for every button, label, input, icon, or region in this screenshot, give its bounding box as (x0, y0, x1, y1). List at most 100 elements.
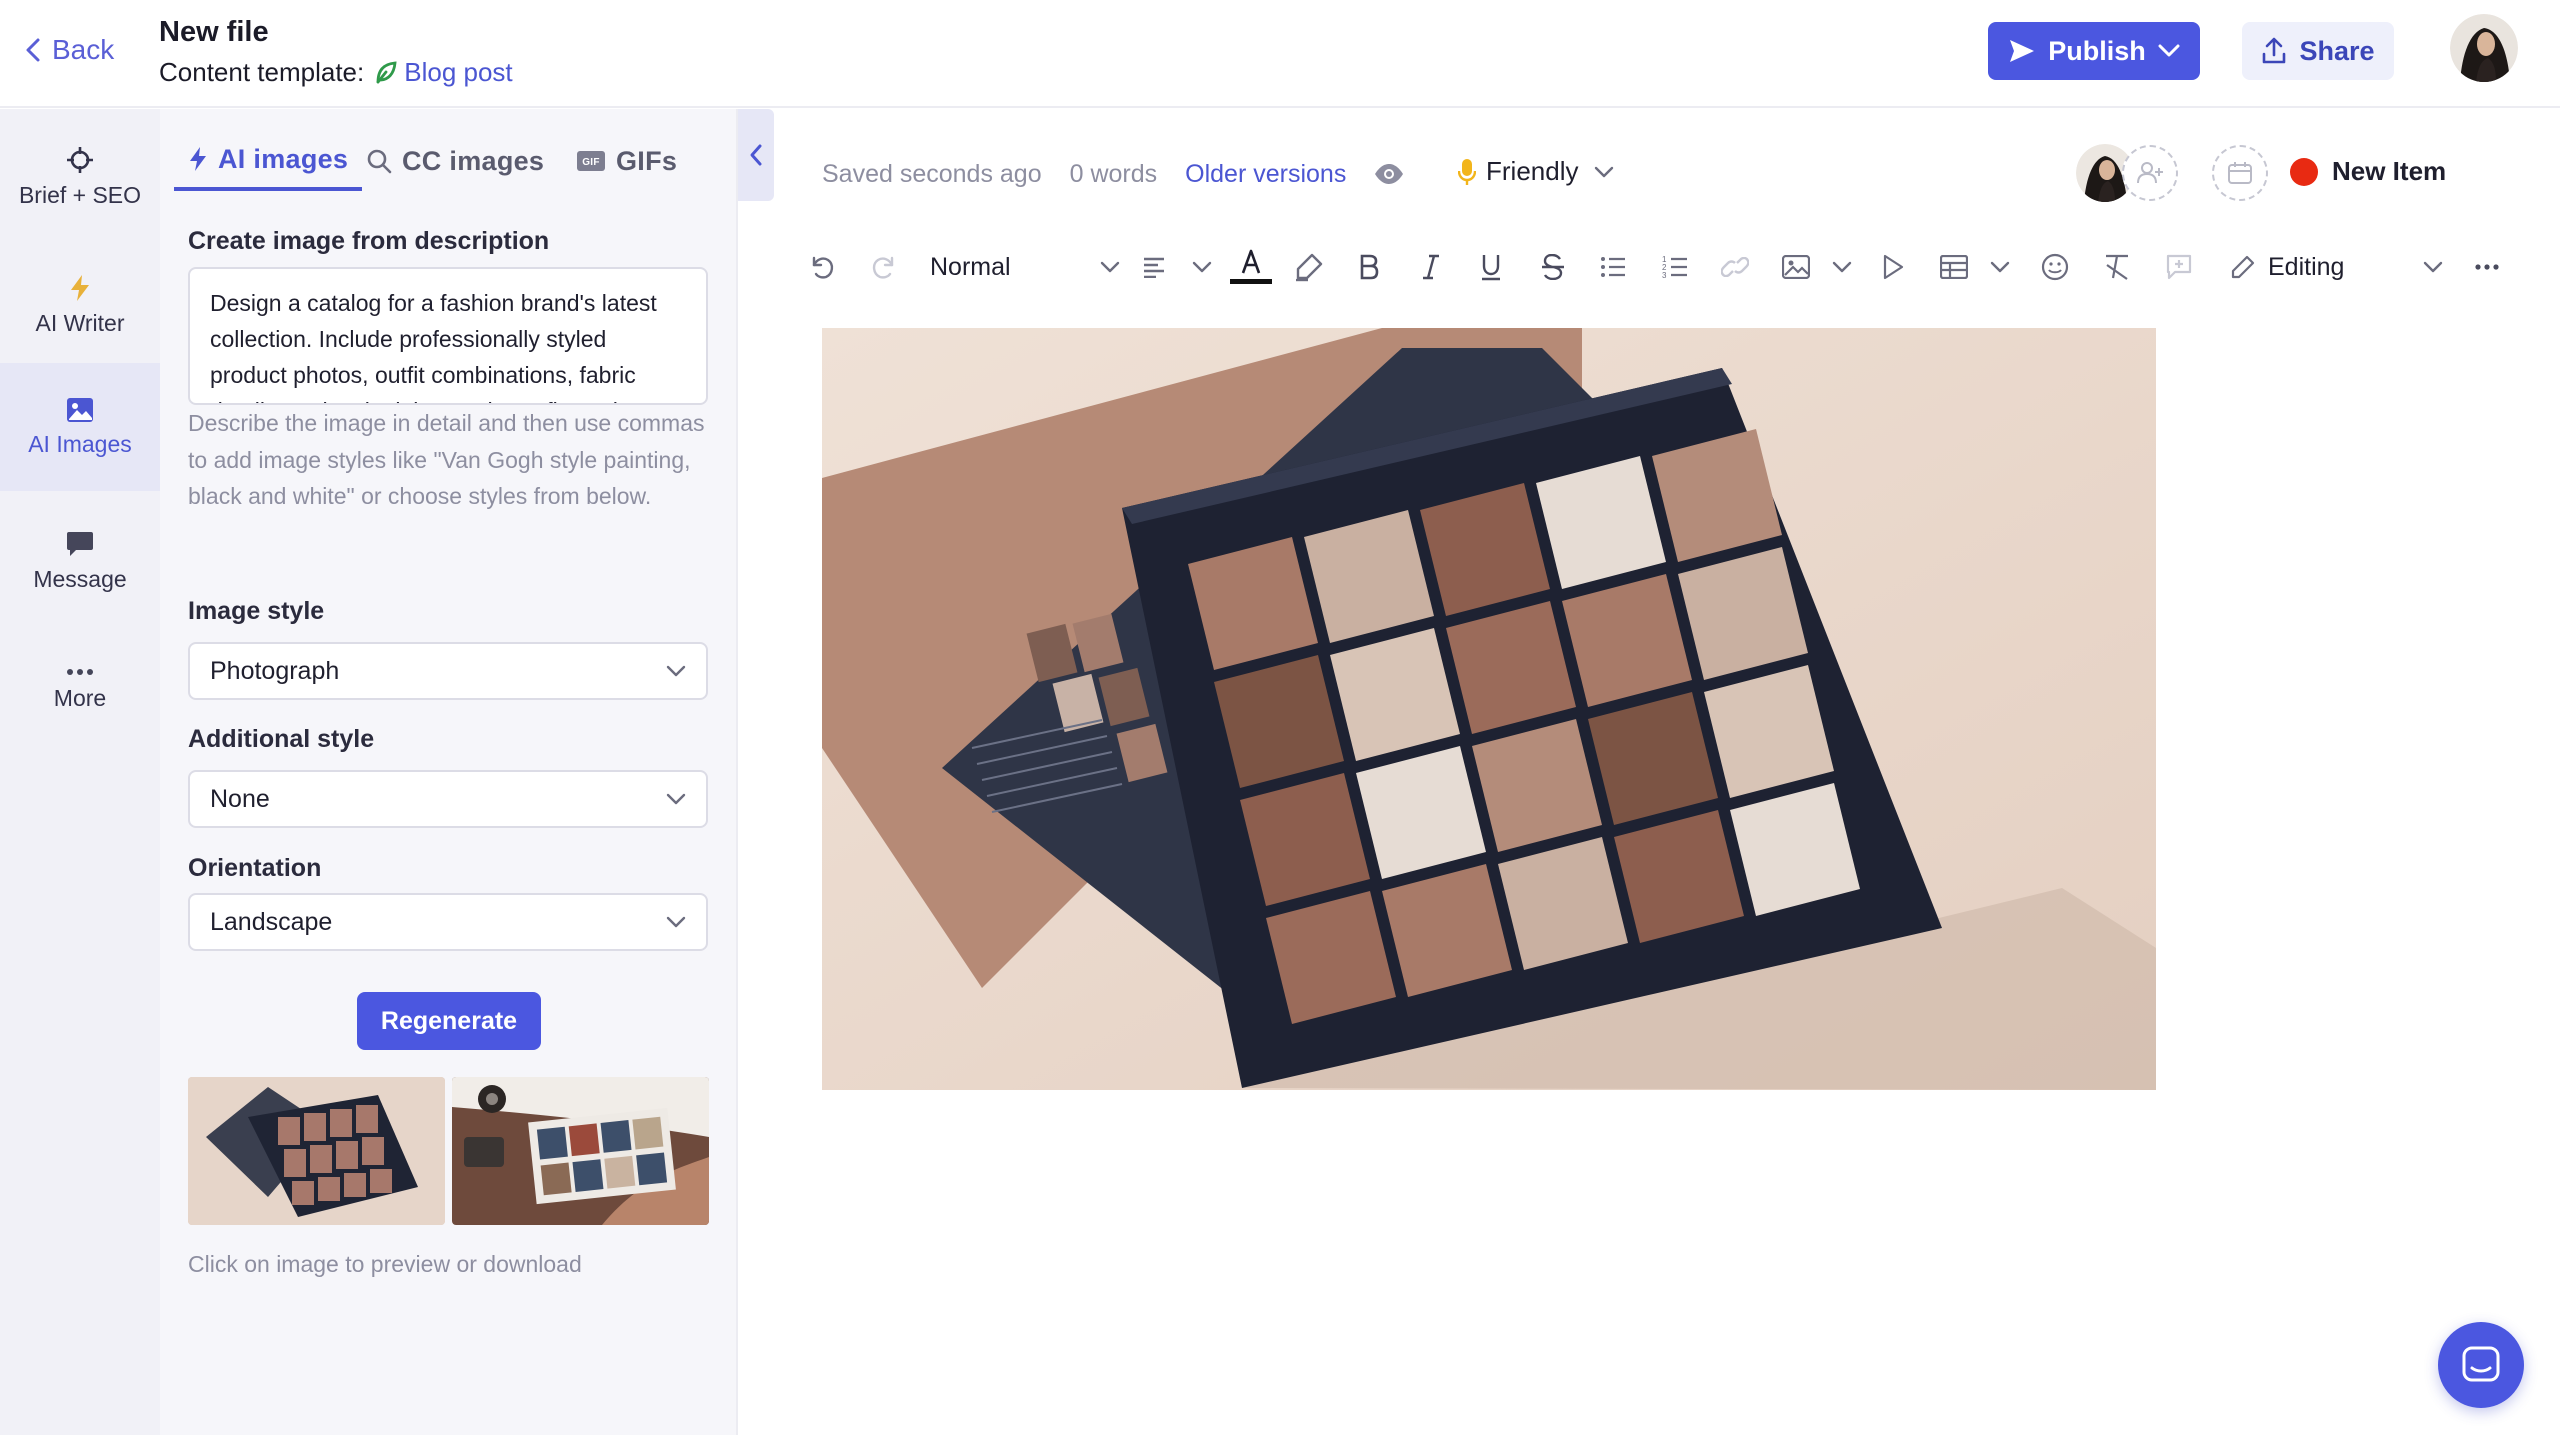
status-new-item[interactable]: New Item (2290, 156, 2446, 187)
additional-style-label: Additional style (188, 725, 375, 753)
publish-label: Publish (2048, 35, 2146, 66)
add-collaborator-button[interactable] (2122, 145, 2178, 201)
italic-icon[interactable] (1414, 244, 1448, 290)
collapse-panel-button[interactable] (738, 109, 774, 201)
tab-ai-images[interactable]: AI images (174, 131, 363, 191)
orientation-value: Landscape (210, 907, 333, 936)
image-icon (66, 397, 94, 423)
strikethrough-icon[interactable] (1536, 244, 1570, 290)
status-label: New Item (2332, 156, 2447, 186)
editing-mode-label: Editing (2268, 252, 2345, 281)
bold-icon[interactable] (1352, 244, 1386, 290)
nav-item-more[interactable]: More (0, 629, 160, 749)
link-icon[interactable] (1718, 244, 1752, 290)
chevron-down-icon (2158, 44, 2180, 58)
chevron-left-icon (24, 37, 42, 63)
nav-item-brief-seo[interactable]: Brief + SEO (0, 117, 160, 237)
align-select[interactable] (1142, 244, 1212, 290)
text-color-icon[interactable] (1226, 244, 1276, 290)
add-comment-icon[interactable] (2162, 244, 2196, 290)
emoji-icon[interactable] (2038, 244, 2072, 290)
lightning-icon (69, 274, 91, 302)
highlight-icon[interactable] (1292, 244, 1326, 290)
collaborators (2076, 144, 2268, 202)
nav-item-message[interactable]: Message (0, 501, 160, 621)
ai-images-panel: AI images CC images GIF GIFs Create imag… (160, 109, 738, 1435)
left-nav: Brief + SEO AI Writer AI Images Message … (0, 109, 160, 1435)
user-avatar[interactable] (2450, 14, 2518, 82)
svg-text:3: 3 (1662, 271, 1667, 280)
saved-status: Saved seconds ago (822, 159, 1042, 188)
generated-image-thumbnail[interactable] (188, 1077, 445, 1225)
nav-label: AI Images (28, 430, 132, 457)
search-icon (366, 148, 392, 174)
more-options-icon[interactable] (2470, 244, 2504, 290)
chevron-down-icon[interactable] (2416, 244, 2450, 290)
lightning-icon (188, 146, 208, 172)
regenerate-button[interactable]: Regenerate (357, 992, 541, 1050)
older-versions-link[interactable]: Older versions (1185, 160, 1346, 189)
bullet-list-icon[interactable] (1596, 244, 1630, 290)
word-count: 0 words (1069, 159, 1158, 188)
support-chat-button[interactable] (2438, 1322, 2524, 1408)
image-style-select[interactable]: Photograph (188, 642, 708, 700)
chevron-down-icon (666, 665, 686, 677)
tab-gifs[interactable]: GIF GIFs (576, 131, 677, 191)
image-icon (1782, 255, 1810, 279)
top-header: Back New file Content template: Blog pos… (0, 0, 2560, 108)
publish-button[interactable]: Publish (1988, 22, 2200, 80)
template-label: Content template: (159, 57, 365, 87)
nav-label: Brief + SEO (18, 181, 142, 208)
gif-icon: GIF (576, 150, 606, 172)
redo-icon[interactable] (866, 244, 900, 290)
click-image-hint: Click on image to preview or download (188, 1251, 582, 1277)
calendar-icon (2227, 161, 2253, 185)
tab-label: AI images (218, 143, 349, 174)
tone-selector[interactable]: Friendly (1458, 156, 1614, 187)
file-title[interactable]: New file (159, 16, 269, 49)
share-label: Share (2299, 35, 2375, 66)
chat-icon (2461, 1345, 2501, 1385)
tab-label: GIFs (616, 145, 678, 176)
nav-item-ai-writer[interactable]: AI Writer (0, 245, 160, 365)
additional-style-value: None (210, 784, 270, 813)
chat-bubble-icon (66, 530, 94, 558)
underline-icon[interactable] (1474, 244, 1508, 290)
clear-formatting-icon[interactable] (2100, 244, 2134, 290)
inserted-catalog-image[interactable] (822, 328, 2156, 1090)
orientation-select[interactable]: Landscape (188, 893, 708, 951)
image-style-value: Photograph (210, 656, 340, 685)
pencil-icon (2230, 254, 2256, 280)
svg-text:GIF: GIF (582, 157, 600, 168)
nav-item-ai-images[interactable]: AI Images (0, 363, 160, 491)
undo-icon[interactable] (806, 244, 840, 290)
back-button[interactable]: Back (24, 34, 114, 66)
schedule-button[interactable] (2212, 145, 2268, 201)
upload-icon (2261, 37, 2287, 65)
add-user-icon (2136, 161, 2164, 185)
crosshair-icon (66, 146, 94, 174)
nav-label: More (53, 684, 107, 711)
chevron-down-icon (1594, 166, 1614, 178)
chevron-down-icon (1990, 261, 2010, 273)
document-status: Saved seconds ago 0 words Older versions (822, 156, 1404, 192)
chevron-down-icon (666, 793, 686, 805)
numbered-list-icon[interactable]: 123 (1658, 244, 1692, 290)
generated-image-thumbnail[interactable] (452, 1077, 709, 1225)
image-description-textarea[interactable]: Design a catalog for a fashion brand's l… (188, 267, 708, 405)
insert-table-select[interactable] (1940, 244, 2010, 290)
play-video-icon[interactable] (1876, 244, 1910, 290)
chevron-left-icon (749, 143, 763, 167)
template-name: Blog post (404, 57, 513, 87)
additional-style-select[interactable]: None (188, 770, 708, 828)
template-link[interactable]: Blog post (374, 57, 513, 88)
tab-cc-images[interactable]: CC images (366, 131, 544, 191)
insert-image-select[interactable] (1782, 244, 1852, 290)
eye-icon[interactable] (1374, 163, 1404, 185)
text-style-select[interactable]: Normal (930, 244, 1120, 290)
share-button[interactable]: Share (2242, 22, 2394, 80)
align-left-icon (1142, 256, 1166, 278)
panel-tabs: AI images CC images GIF GIFs (160, 109, 738, 193)
nav-label: Message (33, 565, 127, 592)
text-style-value: Normal (930, 252, 1011, 281)
